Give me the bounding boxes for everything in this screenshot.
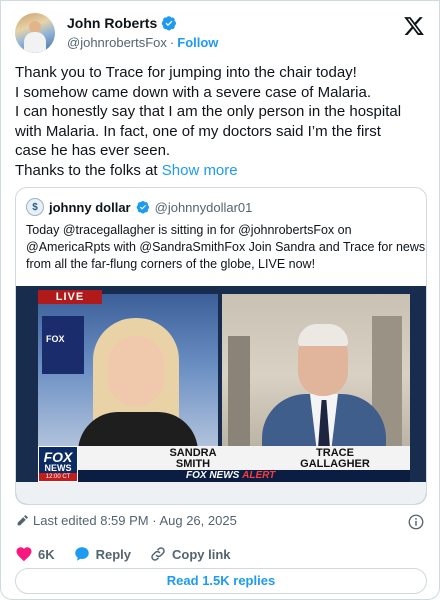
logo-line-2: NEWS	[44, 463, 72, 473]
reply-bubble-icon	[74, 547, 89, 561]
tweet-line-text: Thanks to the folks at	[15, 161, 158, 179]
avatar-body	[24, 32, 46, 53]
like-count: 6K	[38, 546, 55, 562]
anchor-face	[108, 336, 164, 406]
author-name-row: John Roberts	[67, 15, 177, 31]
follow-button[interactable]: Follow	[177, 35, 218, 50]
right-anchor-name: TRACE GALLAGHER	[290, 448, 380, 470]
tweet-line: case he has ever seen.	[15, 142, 171, 159]
tweet-line: Thank you to Trace for jumping into the …	[15, 64, 357, 81]
tweet-line: I can honestly say that I am the only pe…	[15, 103, 402, 120]
logo-clock: 12:00 CT	[39, 473, 77, 481]
author-avatar[interactable]	[15, 13, 55, 53]
background-building	[228, 336, 250, 456]
tweet-line: I somehow came down with a severe case o…	[15, 83, 371, 101]
quote-media-image[interactable]: FOX LIVE SANDRA SMITH TRACE GALLAGHER FO…	[16, 286, 426, 504]
left-anchor-last: SMITH	[175, 458, 211, 470]
like-button[interactable]: 6K	[15, 545, 55, 563]
tweet-line: with Malaria. In fact, one of my doctors…	[15, 122, 381, 140]
lower-third: SANDRA SMITH TRACE GALLAGHER	[38, 446, 410, 470]
tweet-card: John Roberts @johnrobertsFox · Follow Th…	[0, 0, 440, 600]
separator-dot: ·	[169, 35, 175, 50]
link-icon	[151, 547, 165, 561]
action-bar: 6K Reply Copy link	[15, 545, 231, 563]
x-logo-icon[interactable]	[403, 15, 425, 37]
media-bottom-strip	[16, 482, 426, 504]
quote-avatar[interactable]: $	[26, 198, 44, 216]
logo-line-1: FOX	[43, 449, 73, 465]
copy-link-label: Copy link	[172, 546, 231, 562]
left-anchor-name: SANDRA SMITH	[148, 448, 238, 470]
read-replies-button[interactable]: Read 1.5K replies	[15, 568, 427, 594]
anchor-right-pane	[222, 294, 410, 456]
alert-word: ALERT	[242, 470, 276, 481]
tweet-text: Thank you to Trace for jumping into the …	[15, 63, 429, 180]
fox-news-logo: FOX NEWS 12:00 CT	[38, 446, 78, 482]
info-icon[interactable]	[407, 513, 425, 531]
author-handle[interactable]: @johnrobertsFox	[67, 35, 167, 50]
alert-network: FOX NEWS	[186, 470, 240, 481]
quote-author-name[interactable]: johnny dollar	[49, 200, 131, 215]
news-alert-bar: FOX NEWS ALERT	[38, 470, 410, 482]
reply-button[interactable]: Reply	[73, 545, 131, 563]
quote-text: Today @tracegallagher is sitting in for …	[26, 222, 426, 273]
alert-text: FOX NEWS ALERT	[186, 470, 275, 482]
edited-timestamp[interactable]: Last edited 8:59 PM · Aug 26, 2025	[15, 513, 237, 528]
author-name[interactable]: John Roberts	[67, 15, 157, 31]
tweet-line-last: Thanks to the folks at Show more	[15, 161, 429, 181]
pencil-icon	[17, 514, 28, 525]
quote-line: @AmericaRpts with @SandraSmithFox Join S…	[26, 240, 426, 254]
studio-screen: FOX	[42, 316, 84, 374]
quote-header: $ johnny dollar @johnnydollar01	[26, 198, 252, 216]
anchor-hair	[298, 324, 348, 346]
right-anchor-last: GALLAGHER	[300, 458, 370, 470]
reply-label: Reply	[95, 546, 132, 562]
quote-line: Today @tracegallagher is sitting in for …	[26, 223, 352, 237]
live-badge: LIVE	[38, 290, 102, 304]
show-more-link[interactable]: Show more	[162, 162, 238, 179]
verified-badge-icon	[162, 16, 177, 31]
anchor-left-pane: FOX	[38, 294, 218, 456]
quote-author-handle[interactable]: @johnnydollar01	[155, 200, 253, 215]
quoted-tweet[interactable]: $ johnny dollar @johnnydollar01 Today @t…	[15, 187, 427, 505]
copy-link-button[interactable]: Copy link	[149, 545, 231, 563]
verified-badge-icon	[136, 201, 149, 214]
tweet-header: John Roberts @johnrobertsFox · Follow	[15, 13, 425, 55]
studio-screen-logo: FOX	[46, 334, 65, 344]
heart-icon	[16, 547, 32, 562]
edited-text: Last edited 8:59 PM · Aug 26, 2025	[33, 513, 237, 528]
author-handle-row: @johnrobertsFox · Follow	[67, 35, 218, 50]
quote-line: from all the far-flung corners of the gl…	[26, 257, 316, 271]
